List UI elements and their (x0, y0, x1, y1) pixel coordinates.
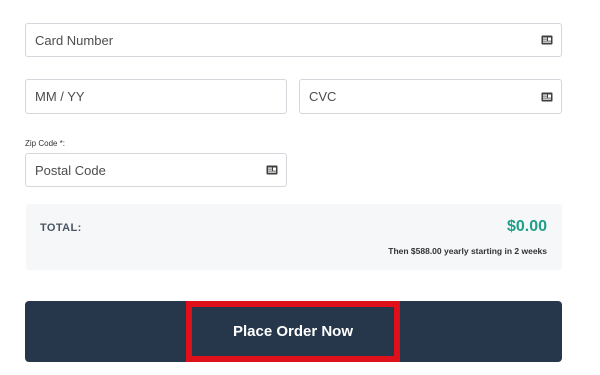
card-number-field[interactable] (25, 23, 562, 57)
total-label: TOTAL: (40, 222, 82, 234)
cvc-field[interactable] (299, 79, 562, 114)
card-icon (541, 35, 553, 45)
card-icon (541, 92, 553, 101)
expiry-date-input[interactable] (35, 89, 278, 104)
total-amount: $0.00 (506, 218, 547, 235)
expiry-date-field[interactable] (25, 79, 287, 114)
card-icon (266, 165, 278, 175)
zip-code-label: Zip Code *: (25, 139, 66, 148)
checkout-payment-form: Zip Code *: TOTAL: $0.00 Then $588.00 ye… (0, 0, 600, 375)
postal-code-field[interactable] (25, 153, 287, 187)
place-order-button[interactable]: Place Order Now (186, 301, 400, 362)
cvc-input[interactable] (309, 89, 541, 104)
order-total-panel: TOTAL: $0.00 Then $588.00 yearly startin… (26, 204, 562, 270)
card-number-input[interactable] (35, 32, 541, 48)
billing-note: Then $588.00 yearly starting in 2 weeks (388, 246, 547, 256)
postal-code-input[interactable] (35, 162, 266, 178)
